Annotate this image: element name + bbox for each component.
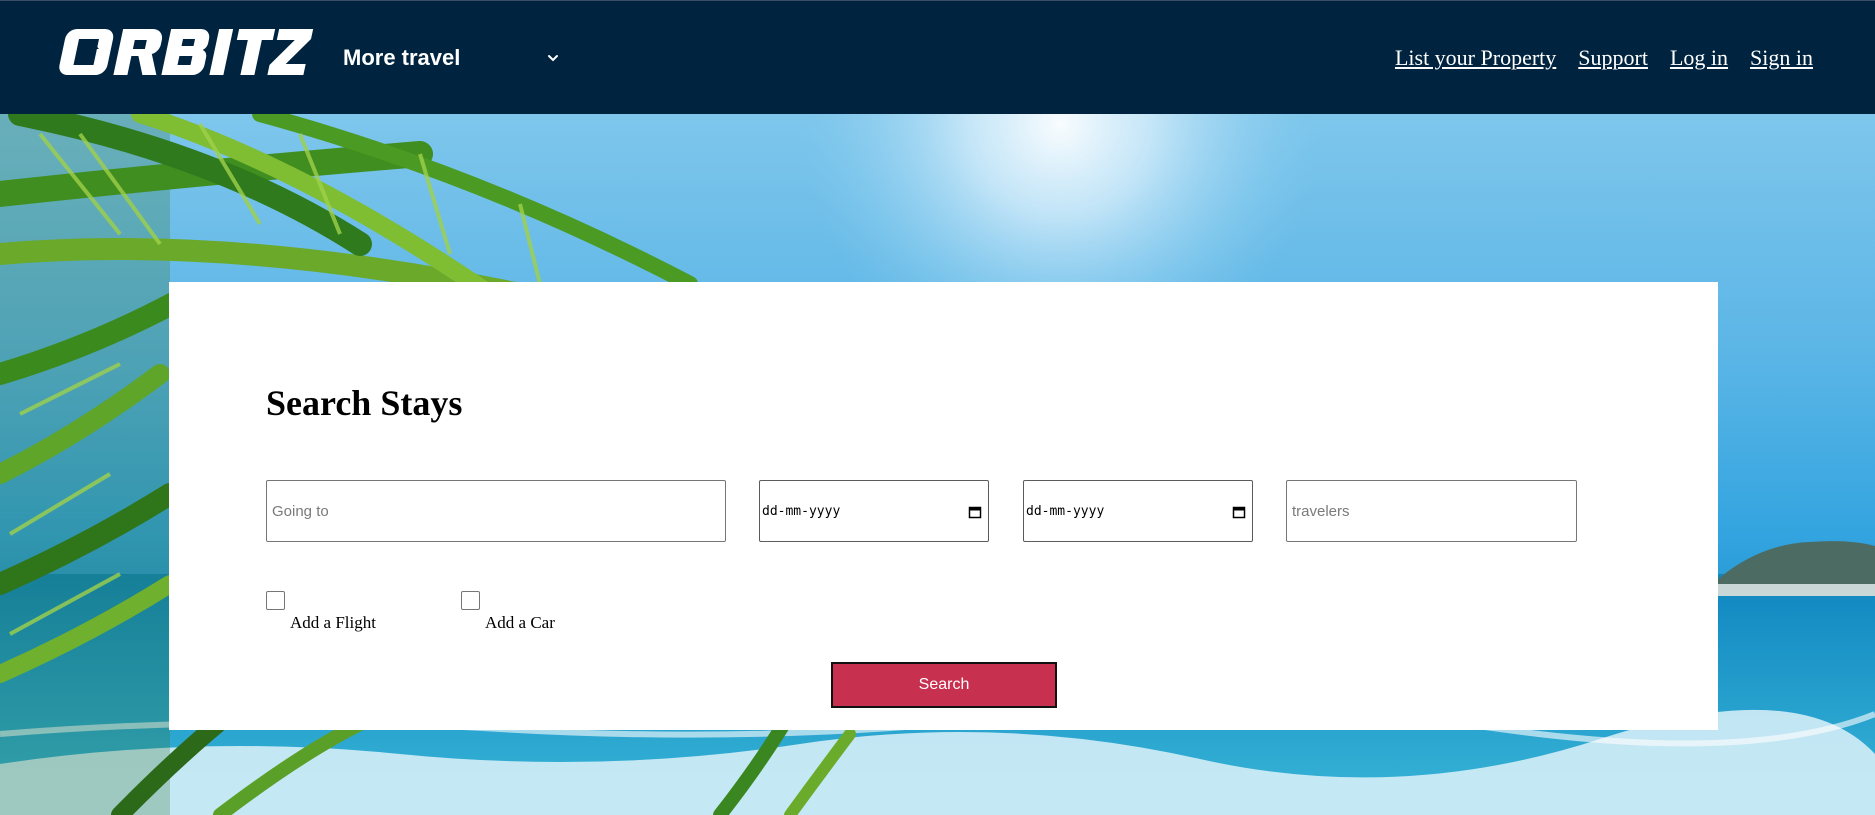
add-car-checkbox[interactable] (461, 591, 480, 610)
calendar-icon[interactable] (968, 505, 982, 519)
orbitz-logo-mark (59, 29, 314, 75)
add-flight-label: Add a Flight (290, 613, 376, 632)
log-in-link[interactable]: Log in (1670, 45, 1728, 71)
page: More travel List your Property Support L… (0, 0, 1875, 815)
sign-in-link[interactable]: Sign in (1750, 45, 1813, 71)
orbitz-logo[interactable] (54, 25, 314, 79)
travelers-input[interactable]: travelers (1286, 480, 1577, 542)
going-to-input[interactable]: Going to (266, 480, 726, 542)
header-nav: List your Property Support Log in Sign i… (1395, 45, 1813, 71)
search-button[interactable]: Search (831, 662, 1057, 708)
list-your-property-link[interactable]: List your Property (1395, 45, 1556, 71)
check-out-date-placeholder: dd-mm-yyyy (1026, 503, 1105, 519)
support-link[interactable]: Support (1578, 45, 1648, 71)
more-travel-label: More travel (343, 45, 461, 70)
search-stays-card: Search Stays Going to dd-mm-yyyy dd-mm-y… (169, 282, 1718, 730)
add-flight-checkbox[interactable] (266, 591, 285, 610)
top-header: More travel List your Property Support L… (0, 0, 1875, 114)
check-in-date-input[interactable]: dd-mm-yyyy (759, 480, 989, 542)
calendar-icon[interactable] (1232, 505, 1246, 519)
more-travel-dropdown[interactable]: More travel (330, 35, 570, 81)
going-to-placeholder: Going to (272, 502, 329, 520)
travelers-placeholder: travelers (1292, 502, 1350, 520)
check-out-date-input[interactable]: dd-mm-yyyy (1023, 480, 1253, 542)
search-stays-title: Search Stays (266, 383, 463, 423)
add-car-label: Add a Car (485, 613, 555, 632)
chevron-down-icon (548, 55, 558, 62)
check-in-date-placeholder: dd-mm-yyyy (762, 503, 841, 519)
